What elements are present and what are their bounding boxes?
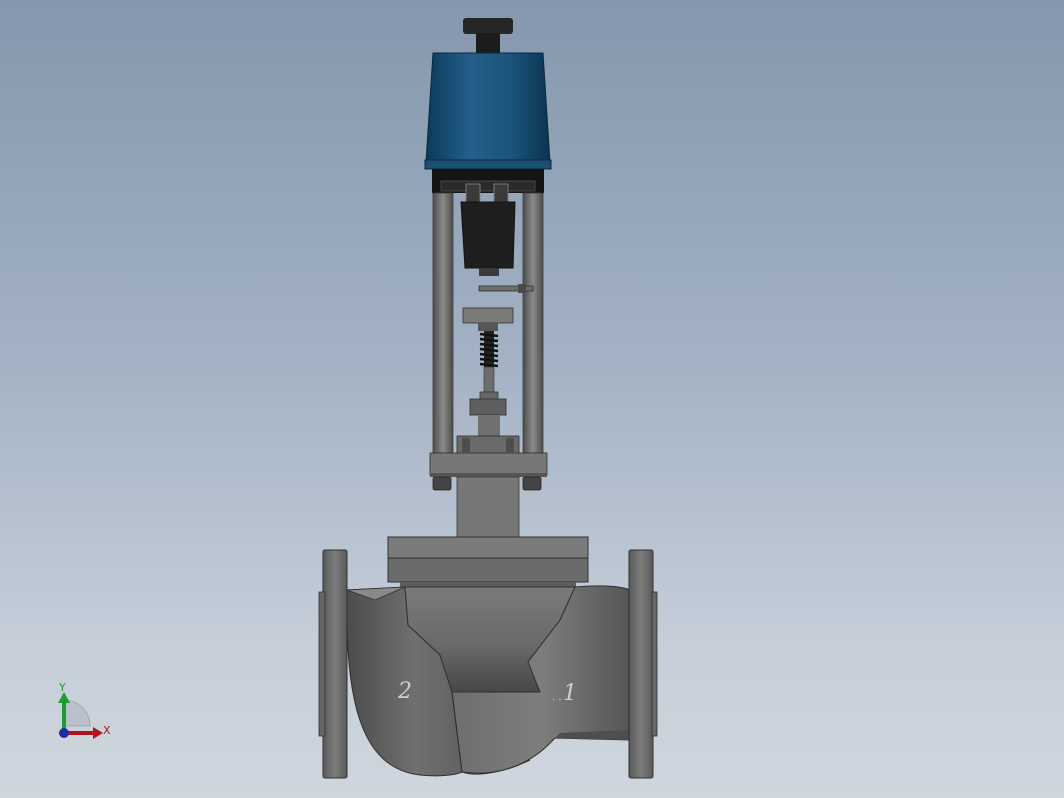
y-axis-label: Y [58, 681, 66, 694]
triad-plane-arc [63, 699, 91, 727]
x-axis-label: X [103, 724, 111, 737]
z-axis-point [59, 728, 69, 738]
cad-3d-viewport[interactable]: 2 . . 1 Y X [0, 0, 1064, 798]
axis-triad: Y X [58, 681, 111, 739]
x-axis-arrow [64, 727, 103, 739]
